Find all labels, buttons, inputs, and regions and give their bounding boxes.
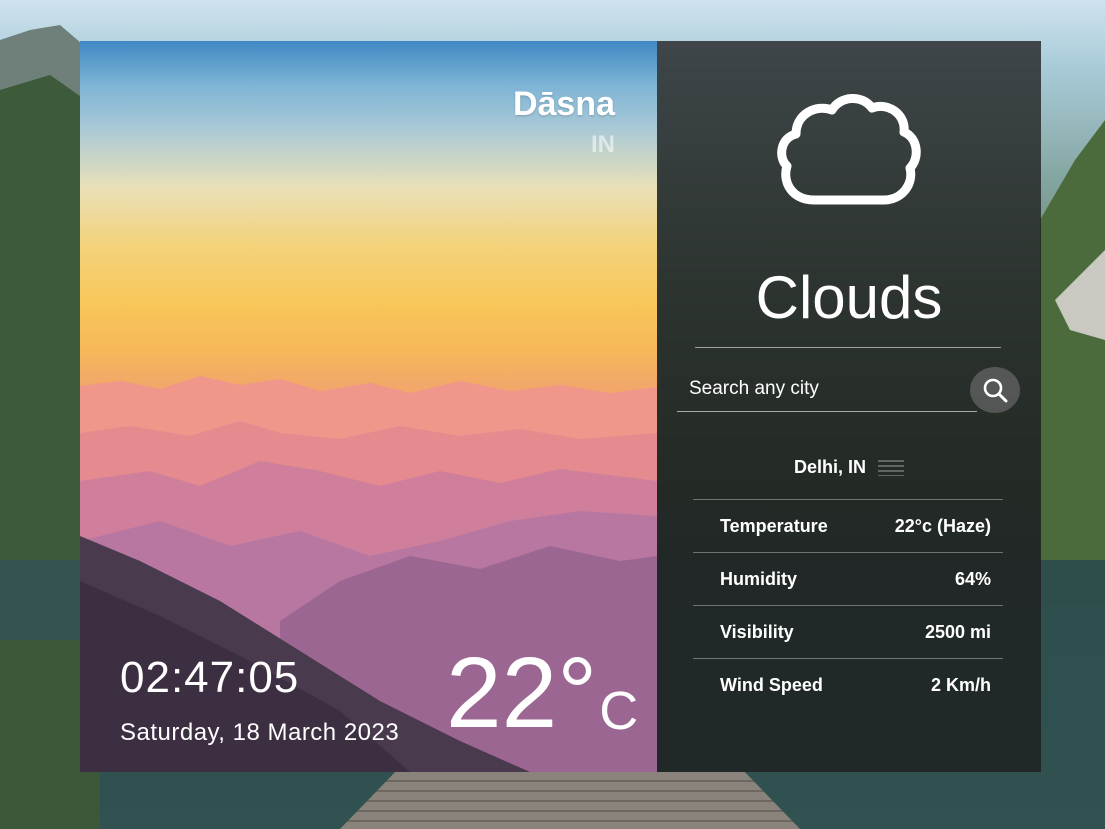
location-city: Dāsna (512, 85, 615, 123)
divider (695, 347, 1001, 348)
stat-value: 2500 mi (924, 622, 991, 642)
current-temperature: 22°C (446, 643, 638, 743)
weather-stats: Temperature 22°c (Haze) Humidity 64% Vis… (693, 499, 1003, 711)
temperature-unit: C (599, 681, 639, 741)
weather-panel: Clouds Delhi, IN Temperature 22°c (Haze)… (657, 41, 1041, 772)
stat-label: Visibility (720, 622, 794, 642)
temperature-value: 22° (446, 637, 598, 749)
result-city-name: Delhi, IN (793, 457, 866, 477)
haze-icon (878, 460, 904, 476)
stat-label: Humidity (720, 569, 798, 589)
stat-label: Wind Speed (720, 675, 823, 695)
current-time: 02:47:05 (120, 653, 300, 702)
stat-label: Temperature (720, 516, 828, 536)
cloud-icon (777, 94, 921, 205)
stat-value: 22°c (Haze) (894, 516, 991, 536)
stat-row-wind-speed: Wind Speed 2 Km/h (693, 658, 1003, 711)
stat-row-temperature: Temperature 22°c (Haze) (693, 499, 1003, 552)
stat-row-visibility: Visibility 2500 mi (693, 605, 1003, 658)
stat-row-humidity: Humidity 64% (693, 552, 1003, 605)
search-button[interactable] (970, 367, 1020, 413)
search-icon (983, 378, 1008, 403)
city-search-input[interactable] (677, 367, 977, 412)
stat-value: 2 Km/h (930, 675, 991, 695)
current-date: Saturday, 18 March 2023 (120, 719, 400, 746)
location-card: Dāsna IN 02:47:05 Saturday, 18 March 202… (80, 41, 657, 772)
location-country: IN (591, 131, 615, 158)
result-location: Delhi, IN (657, 457, 1041, 478)
weather-condition: Clouds (755, 264, 943, 331)
stat-value: 64% (954, 569, 991, 589)
pier-decoration (340, 772, 800, 829)
